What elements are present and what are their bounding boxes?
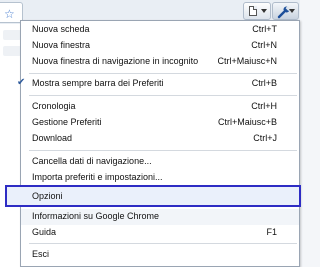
menu-item-shortcut: Ctrl+Maiusc+N: [217, 56, 277, 66]
menu-item-incognito-window[interactable]: Nuova finestra di navigazione in incogni…: [21, 54, 299, 70]
menu-separator: [29, 243, 297, 244]
menu-separator: [29, 73, 297, 74]
menu-item-downloads[interactable]: Download Ctrl+J: [21, 131, 299, 147]
menu-item-help[interactable]: Guida F1: [21, 225, 299, 241]
page-content-edge: [0, 24, 22, 267]
menu-item-label: Informazioni su Google Chrome: [32, 211, 160, 221]
menu-item-label: Nuova scheda: [32, 24, 90, 34]
menu-separator: [29, 150, 297, 151]
menu-item-label: Esci: [32, 249, 50, 259]
menu-item-shortcut: Ctrl+H: [251, 101, 277, 111]
menu-item-history[interactable]: Cronologia Ctrl+H: [21, 99, 299, 115]
chevron-down-icon: [261, 9, 267, 13]
menu-item-show-bookmarks-bar[interactable]: Mostra sempre barra dei Preferiti Ctrl+B: [21, 76, 299, 92]
wrench-menu-button[interactable]: [272, 2, 299, 20]
menu-item-label: Mostra sempre barra dei Preferiti: [32, 78, 164, 88]
menu-item-options[interactable]: Opzioni: [21, 189, 299, 205]
checkmark-icon: ✔: [17, 77, 26, 88]
star-icon[interactable]: ☆: [4, 7, 15, 21]
content-fragment: [3, 30, 21, 40]
page-icon: [249, 6, 257, 16]
menu-item-shortcut: Ctrl+Maiusc+B: [217, 117, 277, 127]
wrench-dropdown-menu: Nuova scheda Ctrl+T Nuova finestra Ctrl+…: [5, 20, 301, 267]
menu-item-bookmark-manager[interactable]: Gestione Preferiti Ctrl+Maiusc+B: [21, 115, 299, 131]
menu-item-shortcut: Ctrl+N: [251, 40, 277, 50]
menu-item-label: Guida: [32, 227, 57, 237]
menu-item-label: Importa preferiti e impostazioni...: [32, 172, 163, 182]
menu-item-exit[interactable]: Esci: [21, 247, 299, 263]
menu-item-shortcut: F1: [266, 227, 277, 237]
menu-item-clear-browsing-data[interactable]: Cancella dati di navigazione...: [21, 154, 299, 170]
menu-item-about-chrome[interactable]: Informazioni su Google Chrome: [21, 209, 299, 225]
menu-item-shortcut: Ctrl+T: [252, 24, 277, 34]
menu-item-label: Cronologia: [32, 101, 76, 111]
menu-item-new-window[interactable]: Nuova finestra Ctrl+N: [21, 38, 299, 54]
menu-item-new-tab[interactable]: Nuova scheda Ctrl+T: [21, 22, 299, 38]
menu-item-label: Opzioni: [32, 191, 63, 201]
menu-item-label: Nuova finestra di navigazione in incogni…: [32, 56, 199, 66]
menu-item-import-bookmarks[interactable]: Importa preferiti e impostazioni...: [21, 170, 299, 186]
page-menu-button[interactable]: [243, 2, 271, 20]
menu-item-label: Download: [32, 133, 73, 143]
menu-item-label: Gestione Preferiti: [32, 117, 102, 127]
menu-separator: [29, 95, 297, 96]
chevron-down-icon: [289, 9, 295, 13]
content-fragment: [3, 46, 21, 56]
menu-item-label: Nuova finestra: [32, 40, 91, 50]
menu-item-shortcut: Ctrl+J: [253, 133, 277, 143]
menu-item-shortcut: Ctrl+B: [251, 78, 277, 88]
menu-item-label: Cancella dati di navigazione...: [32, 156, 152, 166]
